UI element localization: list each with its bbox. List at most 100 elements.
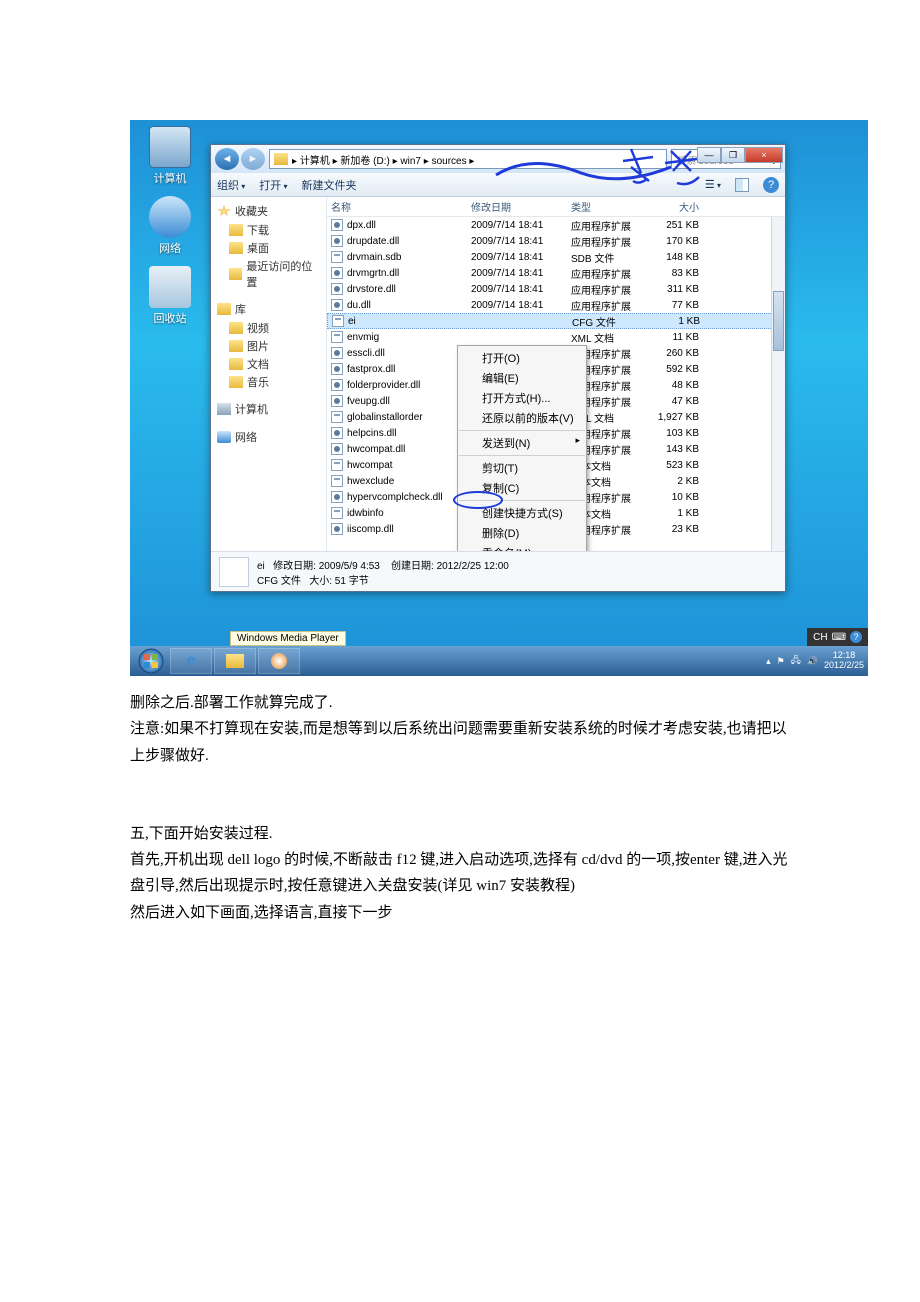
nav-item[interactable]: 下载 — [211, 221, 326, 239]
file-icon — [331, 379, 343, 391]
folder-icon — [229, 242, 243, 254]
start-button[interactable] — [134, 646, 168, 676]
file-icon — [331, 443, 343, 455]
desktop-label: 回收站 — [154, 313, 187, 325]
file-row[interactable]: dpx.dll2009/7/14 18:41应用程序扩展251 KB — [327, 217, 785, 233]
nav-item[interactable]: 图片 — [211, 337, 326, 355]
open-button[interactable]: 打开 — [259, 177, 287, 193]
file-row[interactable]: drvmgrtn.dll2009/7/14 18:41应用程序扩展83 KB — [327, 265, 785, 281]
tray-flag-icon[interactable]: ⚑ — [777, 656, 785, 667]
file-row[interactable]: drupdate.dll2009/7/14 18:41应用程序扩展170 KB — [327, 233, 785, 249]
file-row[interactable]: drvmain.sdb2009/7/14 18:41SDB 文件148 KB — [327, 249, 785, 265]
win7-desktop: 计算机 网络 回收站 ◄ ► ▸ 计算机 ▸ 新加卷 (D:) ▸ win7 ▸… — [130, 120, 868, 676]
help-icon[interactable]: ? — [763, 177, 779, 193]
minimize-button[interactable]: — — [697, 147, 721, 163]
menu-separator — [459, 455, 585, 456]
menu-item[interactable]: 创建快捷方式(S) — [458, 503, 586, 523]
taskbar-explorer-button[interactable] — [214, 648, 256, 674]
tray-clock[interactable]: 12:18 2012/2/25 — [824, 651, 864, 671]
scrollbar-thumb[interactable] — [773, 291, 784, 351]
ie-icon: e — [187, 652, 196, 670]
file-icon — [331, 251, 343, 263]
desktop-icon-computer[interactable]: 计算机 — [140, 126, 200, 186]
explorer-window: ◄ ► ▸ 计算机 ▸ 新加卷 (D:) ▸ win7 ▸ sources ▸ … — [210, 144, 786, 592]
file-rows: dpx.dll2009/7/14 18:41应用程序扩展251 KBdrupda… — [327, 217, 785, 551]
file-icon — [331, 267, 343, 279]
file-row[interactable]: drvstore.dll2009/7/14 18:41应用程序扩展311 KB — [327, 281, 785, 297]
tray-network-icon[interactable]: 🖧 — [791, 653, 801, 669]
nav-item[interactable]: 音乐 — [211, 373, 326, 391]
col-size[interactable]: 大小 — [643, 199, 699, 214]
screenshot: 计算机 网络 回收站 ◄ ► ▸ 计算机 ▸ 新加卷 (D:) ▸ win7 ▸… — [0, 0, 920, 676]
ime-keyboard-icon[interactable]: ⌨ — [832, 632, 846, 643]
file-icon — [331, 459, 343, 471]
nav-back-button[interactable]: ◄ — [215, 148, 239, 170]
file-row[interactable]: eiCFG 文件1 KB — [327, 313, 785, 329]
col-type[interactable]: 类型 — [571, 199, 643, 214]
menu-item[interactable]: 还原以前的版本(V) — [458, 408, 586, 428]
nav-item[interactable]: 视频 — [211, 319, 326, 337]
menu-item[interactable]: 删除(D) — [458, 523, 586, 543]
ime-indicator[interactable]: CH — [813, 632, 827, 643]
file-row[interactable]: envmigXML 文档11 KB — [327, 329, 785, 345]
menu-separator — [459, 430, 585, 431]
nav-libraries[interactable]: 库 — [211, 299, 326, 319]
star-icon — [217, 205, 231, 217]
toolbar: 组织 打开 新建文件夹 ☰ ? — [211, 173, 785, 197]
view-button[interactable]: ☰ — [705, 178, 721, 191]
menu-item[interactable]: 重命名(M) — [458, 543, 586, 551]
nav-item[interactable]: 桌面 — [211, 239, 326, 257]
tray-volume-icon[interactable]: 🔊 — [807, 656, 818, 667]
file-icon — [331, 507, 343, 519]
file-thumbnail-icon — [219, 557, 249, 587]
menu-item[interactable]: 打开方式(H)... — [458, 388, 586, 408]
navigation-pane: 收藏夹 下载桌面最近访问的位置 库 视频图片文档音乐 计算机 网络 — [211, 197, 327, 551]
taskbar-wmp-button[interactable] — [258, 648, 300, 674]
breadcrumb[interactable]: ▸ 计算机 ▸ 新加卷 (D:) ▸ win7 ▸ sources ▸ — [292, 152, 474, 167]
menu-item[interactable]: 复制(C) — [458, 478, 586, 498]
maximize-button[interactable]: ❐ — [721, 147, 745, 163]
menu-item[interactable]: 打开(O) — [458, 348, 586, 368]
file-icon — [331, 411, 343, 423]
file-icon — [331, 363, 343, 375]
file-icon — [331, 395, 343, 407]
paragraph: 然后进入如下画面,选择语言,直接下一步 — [130, 900, 790, 926]
nav-item[interactable]: 最近访问的位置 — [211, 257, 326, 291]
system-tray[interactable]: ▴ ⚑ 🖧 🔊 12:18 2012/2/25 — [766, 651, 864, 671]
menu-item[interactable]: 剪切(T) — [458, 458, 586, 478]
tray-chevron-icon[interactable]: ▴ — [766, 656, 771, 667]
nav-computer[interactable]: 计算机 — [211, 399, 326, 419]
file-icon — [331, 523, 343, 535]
ime-language-bar[interactable]: CH ⌨ ? — [807, 628, 868, 646]
column-headers[interactable]: 名称 修改日期 类型 大小 — [327, 197, 785, 217]
network-icon — [217, 431, 231, 443]
menu-separator — [459, 500, 585, 501]
vertical-scrollbar[interactable] — [771, 217, 785, 551]
nav-network[interactable]: 网络 — [211, 427, 326, 447]
desktop-icon-network[interactable]: 网络 — [140, 196, 200, 256]
file-icon — [331, 235, 343, 247]
desktop-label: 网络 — [159, 243, 181, 255]
preview-pane-icon[interactable] — [735, 178, 749, 192]
menu-item[interactable]: 编辑(E) — [458, 368, 586, 388]
close-button[interactable]: × — [745, 147, 783, 163]
nav-item[interactable]: 文档 — [211, 355, 326, 373]
library-item-icon — [229, 322, 243, 334]
ime-help-icon[interactable]: ? — [850, 631, 862, 643]
taskbar-ie-button[interactable]: e — [170, 648, 212, 674]
paragraph: 删除之后.部署工作就算完成了. — [130, 690, 790, 716]
folder-icon — [229, 224, 243, 236]
file-row[interactable]: du.dll2009/7/14 18:41应用程序扩展77 KB — [327, 297, 785, 313]
titlebar[interactable]: ◄ ► ▸ 计算机 ▸ 新加卷 (D:) ▸ win7 ▸ sources ▸ … — [211, 145, 785, 173]
nav-favorites[interactable]: 收藏夹 — [211, 201, 326, 221]
new-folder-button[interactable]: 新建文件夹 — [302, 177, 357, 193]
nav-forward-button[interactable]: ► — [241, 148, 265, 170]
file-icon — [331, 219, 343, 231]
document-body-text: 删除之后.部署工作就算完成了. 注意:如果不打算现在安装,而是想等到以后系统出问… — [0, 676, 920, 926]
col-name[interactable]: 名称 — [331, 199, 471, 214]
col-date[interactable]: 修改日期 — [471, 199, 571, 214]
organize-button[interactable]: 组织 — [217, 177, 245, 193]
menu-item[interactable]: 发送到(N) — [458, 433, 586, 453]
desktop-icon-recycle[interactable]: 回收站 — [140, 266, 200, 326]
address-bar[interactable]: ▸ 计算机 ▸ 新加卷 (D:) ▸ win7 ▸ sources ▸ — [269, 149, 667, 169]
